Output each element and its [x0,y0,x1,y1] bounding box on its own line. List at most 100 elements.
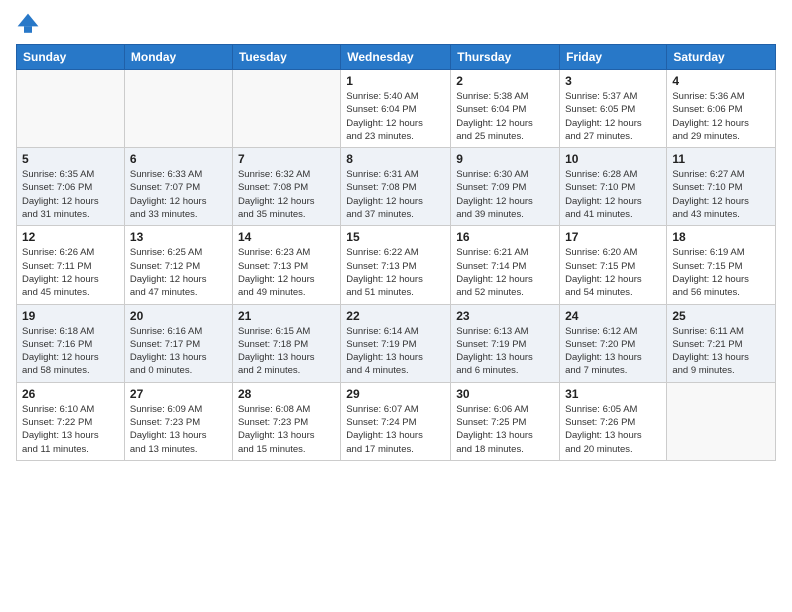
calendar-cell: 3Sunrise: 5:37 AM Sunset: 6:05 PM Daylig… [560,70,667,148]
weekday-header-wednesday: Wednesday [341,45,451,70]
calendar-week-4: 19 Sunrise: 6:18 AM Sunset: 7:16 PM Dayli… [17,304,776,382]
day-number: 13 [130,230,227,244]
weekday-header-thursday: Thursday [451,45,560,70]
calendar-cell: 1 Sunrise: 5:40 AM Sunset: 6:04 PM Daylig… [341,70,451,148]
day-info: Sunrise: 6:16 AM Sunset: 7:17 PM Dayligh… [130,325,227,378]
day-info: Sunrise: 6:18 AM Sunset: 7:16 PM Dayligh… [22,325,119,378]
day-info: Sunrise: 5:36 AM Sunset: 6:06 PM Dayligh… [672,90,770,143]
calendar-cell: 28Sunrise: 6:08 AM Sunset: 7:23 PM Dayli… [232,382,340,460]
day-number: 14 [238,230,335,244]
calendar-cell: 7 Sunrise: 6:32 AM Sunset: 7:08 PM Daylig… [232,148,340,226]
calendar-cell [232,70,340,148]
calendar-body: 1 Sunrise: 5:40 AM Sunset: 6:04 PM Daylig… [17,70,776,461]
calendar-cell: 15 Sunrise: 6:22 AM Sunset: 7:13 PM Dayli… [341,226,451,304]
day-info: Sunrise: 6:10 AM Sunset: 7:22 PM Dayligh… [22,403,119,456]
day-info: Sunrise: 6:28 AM Sunset: 7:10 PM Dayligh… [565,168,661,221]
day-number: 5 [22,152,119,166]
calendar-cell: 18 Sunrise: 6:19 AM Sunset: 7:15 PM Dayli… [667,226,776,304]
day-info: Sunrise: 6:05 AM Sunset: 7:26 PM Dayligh… [565,403,661,456]
day-number: 26 [22,387,119,401]
day-number: 1 [346,74,445,88]
calendar-cell: 10 Sunrise: 6:28 AM Sunset: 7:10 PM Dayli… [560,148,667,226]
calendar-cell: 13 Sunrise: 6:25 AM Sunset: 7:12 PM Dayli… [124,226,232,304]
day-number: 18 [672,230,770,244]
day-number: 22 [346,309,445,323]
calendar-cell: 12 Sunrise: 6:26 AM Sunset: 7:11 PM Dayli… [17,226,125,304]
logo-icon [16,12,40,36]
day-number: 31 [565,387,661,401]
calendar-cell: 2 Sunrise: 5:38 AM Sunset: 6:04 PM Daylig… [451,70,560,148]
day-info: Sunrise: 6:11 AM Sunset: 7:21 PM Dayligh… [672,325,770,378]
calendar-cell: 24 Sunrise: 6:12 AM Sunset: 7:20 PM Dayli… [560,304,667,382]
day-number: 25 [672,309,770,323]
day-number: 23 [456,309,554,323]
weekday-header-tuesday: Tuesday [232,45,340,70]
calendar-cell: 17Sunrise: 6:20 AM Sunset: 7:15 PM Dayli… [560,226,667,304]
calendar-cell: 6 Sunrise: 6:33 AM Sunset: 7:07 PM Daylig… [124,148,232,226]
day-info: Sunrise: 6:25 AM Sunset: 7:12 PM Dayligh… [130,246,227,299]
day-number: 19 [22,309,119,323]
day-info: Sunrise: 5:38 AM Sunset: 6:04 PM Dayligh… [456,90,554,143]
calendar-cell: 31 Sunrise: 6:05 AM Sunset: 7:26 PM Dayli… [560,382,667,460]
day-info: Sunrise: 6:08 AM Sunset: 7:23 PM Dayligh… [238,403,335,456]
calendar-cell: 16Sunrise: 6:21 AM Sunset: 7:14 PM Dayli… [451,226,560,304]
calendar-cell: 9 Sunrise: 6:30 AM Sunset: 7:09 PM Daylig… [451,148,560,226]
header [16,12,776,36]
day-info: Sunrise: 6:06 AM Sunset: 7:25 PM Dayligh… [456,403,554,456]
day-number: 7 [238,152,335,166]
day-number: 24 [565,309,661,323]
day-info: Sunrise: 6:30 AM Sunset: 7:09 PM Dayligh… [456,168,554,221]
day-info: Sunrise: 6:35 AM Sunset: 7:06 PM Dayligh… [22,168,119,221]
day-info: Sunrise: 6:14 AM Sunset: 7:19 PM Dayligh… [346,325,445,378]
day-number: 21 [238,309,335,323]
weekday-header-monday: Monday [124,45,232,70]
calendar-week-5: 26 Sunrise: 6:10 AM Sunset: 7:22 PM Dayli… [17,382,776,460]
weekday-header-row: SundayMondayTuesdayWednesdayThursdayFrid… [17,45,776,70]
calendar-cell: 8Sunrise: 6:31 AM Sunset: 7:08 PM Daylig… [341,148,451,226]
calendar-week-3: 12 Sunrise: 6:26 AM Sunset: 7:11 PM Dayli… [17,226,776,304]
day-info: Sunrise: 6:33 AM Sunset: 7:07 PM Dayligh… [130,168,227,221]
calendar-cell: 5 Sunrise: 6:35 AM Sunset: 7:06 PM Daylig… [17,148,125,226]
day-info: Sunrise: 5:40 AM Sunset: 6:04 PM Dayligh… [346,90,445,143]
day-info: Sunrise: 6:13 AM Sunset: 7:19 PM Dayligh… [456,325,554,378]
calendar-cell: 27 Sunrise: 6:09 AM Sunset: 7:23 PM Dayli… [124,382,232,460]
day-info: Sunrise: 6:22 AM Sunset: 7:13 PM Dayligh… [346,246,445,299]
day-info: Sunrise: 6:26 AM Sunset: 7:11 PM Dayligh… [22,246,119,299]
day-number: 9 [456,152,554,166]
calendar-header: SundayMondayTuesdayWednesdayThursdayFrid… [17,45,776,70]
day-number: 27 [130,387,227,401]
day-number: 17 [565,230,661,244]
calendar-cell: 19 Sunrise: 6:18 AM Sunset: 7:16 PM Dayli… [17,304,125,382]
calendar-cell [17,70,125,148]
day-info: Sunrise: 5:37 AM Sunset: 6:05 PM Dayligh… [565,90,661,143]
calendar-cell [667,382,776,460]
calendar-cell: 4Sunrise: 5:36 AM Sunset: 6:06 PM Daylig… [667,70,776,148]
day-info: Sunrise: 6:09 AM Sunset: 7:23 PM Dayligh… [130,403,227,456]
calendar-cell: 23 Sunrise: 6:13 AM Sunset: 7:19 PM Dayli… [451,304,560,382]
day-info: Sunrise: 6:12 AM Sunset: 7:20 PM Dayligh… [565,325,661,378]
day-number: 6 [130,152,227,166]
day-number: 12 [22,230,119,244]
calendar-cell: 20Sunrise: 6:16 AM Sunset: 7:17 PM Dayli… [124,304,232,382]
logo [16,12,44,36]
calendar-cell: 21 Sunrise: 6:15 AM Sunset: 7:18 PM Dayli… [232,304,340,382]
day-info: Sunrise: 6:15 AM Sunset: 7:18 PM Dayligh… [238,325,335,378]
calendar-cell: 30 Sunrise: 6:06 AM Sunset: 7:25 PM Dayli… [451,382,560,460]
calendar-week-1: 1 Sunrise: 5:40 AM Sunset: 6:04 PM Daylig… [17,70,776,148]
calendar-cell: 11Sunrise: 6:27 AM Sunset: 7:10 PM Dayli… [667,148,776,226]
weekday-header-sunday: Sunday [17,45,125,70]
day-number: 11 [672,152,770,166]
calendar-cell [124,70,232,148]
page: SundayMondayTuesdayWednesdayThursdayFrid… [0,0,792,612]
day-number: 15 [346,230,445,244]
day-number: 30 [456,387,554,401]
day-info: Sunrise: 6:31 AM Sunset: 7:08 PM Dayligh… [346,168,445,221]
calendar-cell: 25 Sunrise: 6:11 AM Sunset: 7:21 PM Dayli… [667,304,776,382]
day-info: Sunrise: 6:23 AM Sunset: 7:13 PM Dayligh… [238,246,335,299]
day-info: Sunrise: 6:32 AM Sunset: 7:08 PM Dayligh… [238,168,335,221]
calendar-cell: 22 Sunrise: 6:14 AM Sunset: 7:19 PM Dayli… [341,304,451,382]
day-number: 2 [456,74,554,88]
day-info: Sunrise: 6:19 AM Sunset: 7:15 PM Dayligh… [672,246,770,299]
day-number: 10 [565,152,661,166]
calendar: SundayMondayTuesdayWednesdayThursdayFrid… [16,44,776,461]
